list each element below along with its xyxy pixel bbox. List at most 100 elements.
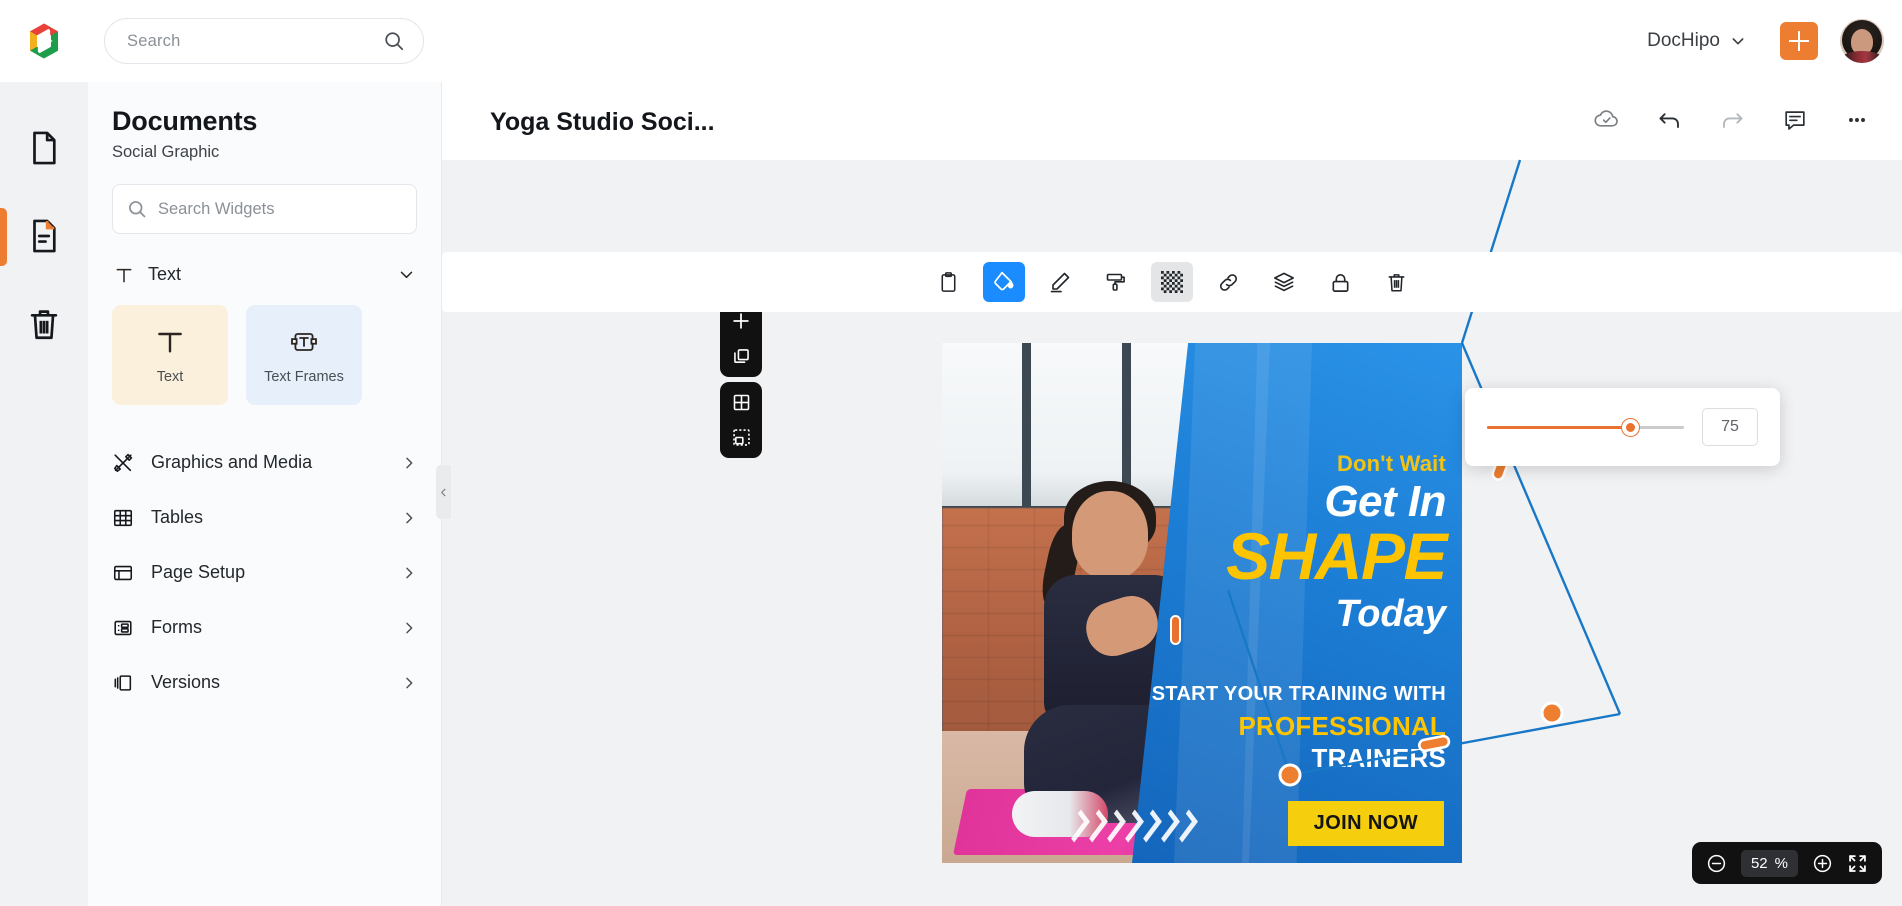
menu-item-label: Forms — [151, 617, 202, 637]
duplicate-widget-button[interactable] — [731, 346, 752, 367]
widgets-panel: Documents Social Graphic Search Widgets … — [88, 82, 442, 906]
border-button[interactable] — [1039, 262, 1081, 302]
chevron-down-icon[interactable] — [398, 266, 415, 283]
text-t-icon — [116, 268, 132, 282]
fullscreen-icon — [1849, 854, 1866, 872]
workspace-menu[interactable]: DocHipo — [1635, 22, 1758, 60]
menu-item-versions[interactable]: Versions — [112, 655, 417, 710]
add-widget-button[interactable] — [730, 310, 752, 332]
slider-thumb[interactable] — [1621, 418, 1639, 436]
chevron-right-icon — [406, 677, 413, 688]
zoom-control: 52 % — [1691, 842, 1882, 884]
widget-cards: Text Text Frames — [112, 305, 417, 405]
rail-item-trash[interactable] — [0, 280, 88, 368]
user-avatar[interactable] — [1840, 19, 1884, 63]
zoom-level-display[interactable]: 52 % — [1740, 849, 1798, 877]
menu-item-graphics-and-media[interactable]: Graphics and Media — [112, 435, 417, 490]
document-title[interactable]: Yoga Studio Soci... — [490, 108, 715, 137]
search-input[interactable]: Search — [127, 32, 383, 51]
fill-color-button[interactable] — [983, 262, 1025, 302]
global-search[interactable]: Search — [104, 18, 424, 64]
widget-search[interactable]: Search Widgets — [112, 184, 417, 234]
cloud-check-icon — [1594, 110, 1618, 127]
rail-item-documents[interactable] — [0, 104, 88, 192]
widget-search-input[interactable]: Search Widgets — [158, 200, 274, 219]
page-setup-icon — [113, 565, 133, 580]
widget-controls-group-two — [720, 382, 762, 458]
grid-icon — [733, 394, 749, 411]
design-artboard[interactable]: Don't Wait Get In SHAPE Today START YOUR… — [942, 343, 1462, 863]
undo-icon — [1659, 113, 1679, 129]
chevron-right-icon — [406, 622, 413, 633]
selection-corner-handle-bottom-right — [1540, 701, 1564, 725]
text-t-icon — [158, 332, 182, 353]
workspace-label: DocHipo — [1647, 30, 1720, 51]
clipboard-button[interactable] — [927, 262, 969, 302]
undo-button[interactable] — [1656, 106, 1683, 133]
menu-item-forms[interactable]: Forms — [112, 600, 417, 655]
style-painter-button[interactable] — [1095, 262, 1137, 302]
canvas-area[interactable]: Don't Wait Get In SHAPE Today START YOUR… — [442, 159, 1902, 906]
dochipo-editor-app: Search DocHipo Documents Social Graphic … — [0, 0, 1902, 906]
plus-icon — [1789, 31, 1809, 51]
layers-button[interactable] — [1263, 262, 1305, 302]
opacity-slider[interactable] — [1487, 417, 1684, 437]
menu-item-page-setup[interactable]: Page Setup — [112, 545, 417, 600]
document-lines-icon — [33, 219, 56, 253]
design-sub-line2: PROFESSIONAL — [1238, 711, 1446, 741]
zoom-out-icon — [1707, 854, 1726, 872]
section-text[interactable]: Text — [112, 260, 417, 289]
delete-button[interactable] — [1375, 262, 1417, 302]
search-icon — [385, 32, 404, 51]
zoom-level-value: 52 — [1750, 854, 1768, 872]
graphics-media-icon — [113, 453, 133, 472]
comments-button[interactable] — [1782, 107, 1808, 133]
layers-icon — [1274, 272, 1294, 292]
paint-bucket-icon — [994, 271, 1014, 291]
chevron-left-icon — [441, 488, 446, 496]
link-icon — [1219, 273, 1237, 291]
trash-icon — [30, 310, 58, 340]
fit-screen-button[interactable] — [1847, 853, 1868, 874]
more-options-button[interactable] — [1844, 107, 1870, 133]
left-icon-rail — [0, 82, 88, 906]
top-header: Search DocHipo — [0, 0, 1902, 82]
table-icon — [113, 509, 133, 526]
grid-layout-button[interactable] — [731, 392, 752, 413]
design-cta-button[interactable]: JOIN NOW — [1287, 801, 1444, 846]
link-button[interactable] — [1207, 262, 1249, 302]
widget-card-text-label: Text — [156, 368, 184, 385]
menu-item-label: Tables — [151, 507, 204, 527]
widget-card-text[interactable]: Text — [112, 305, 228, 405]
opacity-value-field[interactable]: 75 — [1702, 408, 1758, 446]
opacity-popover[interactable]: 75 — [1465, 388, 1780, 466]
create-new-button[interactable] — [1780, 22, 1818, 60]
select-area-button[interactable] — [731, 427, 752, 448]
selection-edge-handle[interactable] — [1170, 615, 1181, 645]
menu-item-label: Versions — [151, 672, 221, 692]
header-right-group: DocHipo — [1635, 19, 1902, 63]
design-chevron-arrows — [1065, 809, 1198, 843]
menu-item-label: Page Setup — [151, 562, 246, 582]
zoom-out-button[interactable] — [1706, 853, 1727, 874]
comment-icon — [1785, 110, 1805, 130]
zoom-in-button[interactable] — [1812, 853, 1833, 874]
transparency-checker-icon — [1161, 271, 1183, 293]
avatar-shoulders — [1841, 51, 1883, 63]
chevron-right-icon — [406, 567, 413, 578]
copy-icon — [733, 349, 749, 363]
app-logo[interactable] — [0, 20, 88, 62]
lock-button[interactable] — [1319, 262, 1361, 302]
chevron-right-icon — [406, 512, 413, 523]
zoom-in-icon — [1813, 854, 1832, 872]
rail-item-templates[interactable] — [0, 192, 88, 280]
text-frame-icon — [291, 332, 317, 351]
widget-card-text-frames-label: Text Frames — [264, 368, 344, 385]
opacity-button[interactable] — [1151, 262, 1193, 302]
panel-collapse-handle[interactable] — [436, 465, 451, 519]
redo-button[interactable] — [1719, 106, 1746, 133]
panel-title: Documents — [112, 106, 258, 136]
widget-card-text-frames[interactable]: Text Frames — [246, 305, 362, 405]
menu-item-tables[interactable]: Tables — [112, 490, 417, 545]
saved-status-button[interactable] — [1593, 106, 1620, 133]
